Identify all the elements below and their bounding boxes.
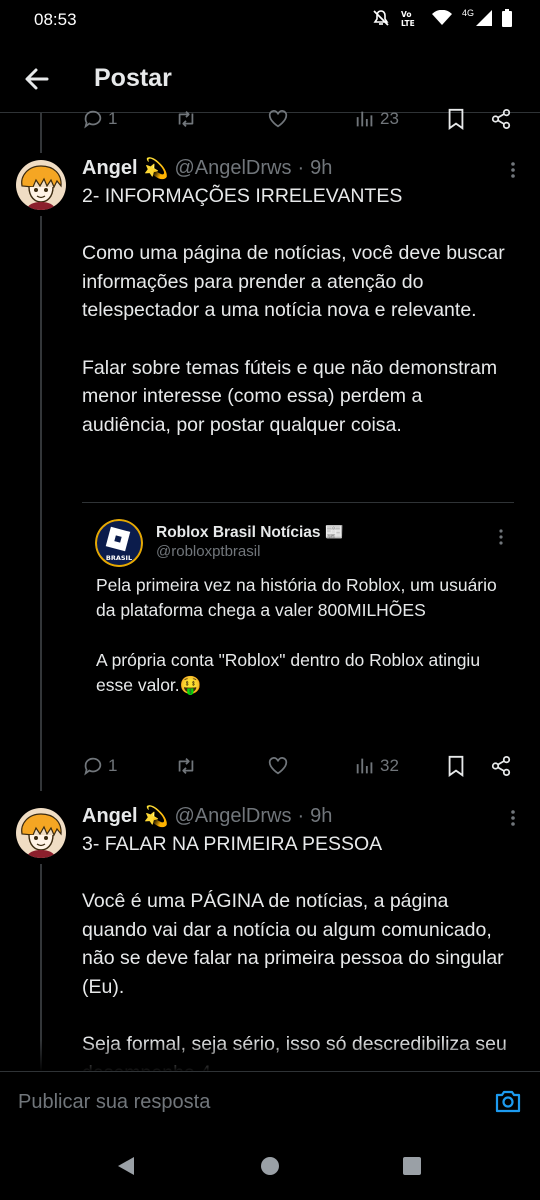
- bookmark-button[interactable]: [446, 755, 466, 777]
- tweet-text: 2- INFORMAÇÕES IRRELEVANTES Como uma pág…: [82, 185, 505, 436]
- camera-button[interactable]: [494, 1088, 522, 1114]
- share-icon: [491, 755, 511, 777]
- bookmark-icon: [448, 108, 464, 130]
- retweet-button[interactable]: [174, 108, 198, 130]
- nav-home-button[interactable]: [260, 1156, 280, 1181]
- separator: ·: [297, 157, 305, 179]
- system-nav-bar: [0, 1130, 540, 1200]
- bookmark-icon: [448, 755, 464, 777]
- status-time: 08:53: [34, 10, 77, 29]
- roblox-logo-icon: BRASIL: [95, 519, 143, 567]
- retweet-icon: [178, 111, 194, 127]
- reply-button[interactable]: 1: [82, 755, 117, 777]
- tweet-more-button[interactable]: [506, 808, 520, 828]
- like-icon: [268, 757, 288, 775]
- views-icon: [356, 111, 373, 127]
- reply-icon: [84, 757, 102, 776]
- avatar-image: [16, 808, 66, 858]
- nav-recents-icon: [403, 1157, 421, 1175]
- more-icon: [499, 529, 503, 545]
- tweet-header: Angel 💫 @AngelDrws · 9h: [82, 804, 522, 829]
- volte-icon: VoLTE: [401, 10, 415, 27]
- tweet-more-button[interactable]: [506, 160, 520, 180]
- reply-input[interactable]: [16, 1084, 460, 1120]
- reply-bar: [0, 1071, 540, 1131]
- network-label: 4G: [461, 8, 474, 18]
- reply-count: 1: [108, 109, 118, 128]
- quoted-avatar: BRASIL: [95, 519, 143, 567]
- author-name[interactable]: Angel: [82, 157, 138, 180]
- quoted-author-name[interactable]: Roblox Brasil Notícias 📰: [156, 523, 344, 542]
- svg-text:LTE: LTE: [401, 19, 415, 27]
- tweet-actions-previous: 1 23: [82, 108, 514, 134]
- author-handle[interactable]: @AngelDrws: [174, 157, 291, 180]
- bookmark-button[interactable]: [446, 108, 466, 130]
- reply-count: 1: [108, 756, 118, 775]
- retweet-icon: [178, 758, 194, 774]
- nav-back-button[interactable]: [116, 1156, 136, 1181]
- like-button[interactable]: [266, 108, 290, 130]
- quoted-more-button[interactable]: [494, 527, 508, 547]
- like-button[interactable]: [266, 755, 290, 777]
- wifi-icon: [431, 10, 452, 25]
- share-button[interactable]: [490, 108, 512, 130]
- separator: ·: [297, 805, 305, 827]
- back-button[interactable]: [22, 64, 52, 94]
- reply-icon: [84, 110, 102, 129]
- back-arrow-icon: [25, 68, 49, 90]
- thread-line: [40, 216, 42, 791]
- author-emoji: 💫: [143, 806, 169, 828]
- top-app-bar: Postar: [0, 48, 540, 113]
- signal-icon: [476, 10, 492, 26]
- share-button[interactable]: [490, 755, 512, 777]
- share-icon: [491, 108, 511, 130]
- camera-icon: [495, 1090, 521, 1113]
- tweet-actions: 1 32: [82, 755, 514, 781]
- quoted-tweet-card[interactable]: BRASIL Roblox Brasil Notícias 📰 @robloxp…: [82, 502, 514, 733]
- views-count: 32: [380, 756, 399, 775]
- quoted-badge: 📰: [324, 524, 345, 541]
- author-emoji: 💫: [143, 158, 169, 180]
- quoted-name-text: Roblox Brasil Notícias: [156, 524, 321, 541]
- nav-home-icon: [261, 1157, 279, 1175]
- reply-button[interactable]: 1: [82, 108, 117, 130]
- avatar-image: [16, 160, 66, 210]
- quoted-handle[interactable]: @robloxptbrasil: [156, 543, 260, 560]
- views-button[interactable]: 23: [354, 108, 399, 130]
- author-name[interactable]: Angel: [82, 805, 138, 828]
- avatar[interactable]: [16, 808, 66, 858]
- more-icon: [511, 810, 515, 826]
- author-handle[interactable]: @AngelDrws: [174, 805, 291, 828]
- tweet-time[interactable]: 9h: [310, 805, 332, 828]
- nav-recents-button[interactable]: [402, 1156, 422, 1181]
- nav-back-icon: [118, 1157, 134, 1175]
- views-count: 23: [380, 109, 399, 128]
- views-button[interactable]: 32: [354, 755, 399, 777]
- scroll-fade: [0, 1040, 540, 1072]
- mute-icon: [373, 10, 389, 26]
- battery-icon: [502, 9, 512, 27]
- tweet-header: Angel 💫 @AngelDrws · 9h: [82, 156, 522, 181]
- tweet-time[interactable]: 9h: [310, 157, 332, 180]
- status-icons: Vo LTE 4G: [372, 8, 512, 27]
- quoted-avatar-label: BRASIL: [106, 554, 132, 562]
- page-title: Postar: [94, 64, 172, 92]
- status-bar: 08:53 Vo LTE 4G: [0, 0, 540, 40]
- views-icon: [356, 758, 373, 774]
- thread-line-top: [40, 113, 42, 153]
- quoted-text: Pela primeira vez na história do Roblox,…: [96, 575, 497, 695]
- retweet-button[interactable]: [174, 755, 198, 777]
- avatar[interactable]: [16, 160, 66, 210]
- more-icon: [511, 162, 515, 178]
- like-icon: [268, 110, 288, 128]
- svg-text:Vo: Vo: [401, 10, 412, 19]
